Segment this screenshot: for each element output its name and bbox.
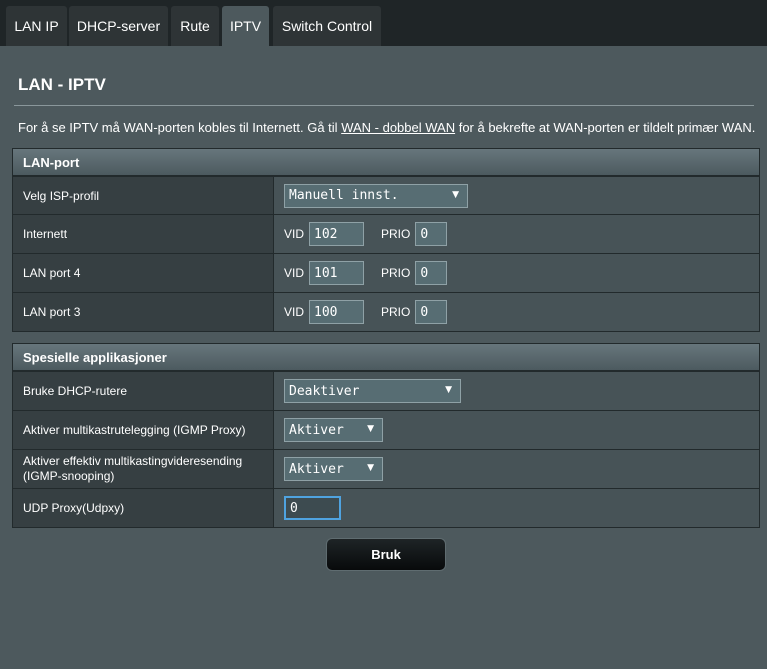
igmp-snooping-label: Aktiver effektiv multikastingvideresendi… bbox=[13, 450, 274, 488]
title-divider bbox=[14, 105, 754, 106]
vid-label: VID bbox=[284, 227, 305, 241]
dropdown-arrow-icon: ▼ bbox=[452, 189, 459, 200]
igmp-snooping-select[interactable]: Aktiver ▼ bbox=[284, 457, 383, 481]
udpxy-label: UDP Proxy(Udpxy) bbox=[13, 489, 274, 527]
vid-label: VID bbox=[284, 266, 305, 280]
lan-port-4-vid-input[interactable]: 101 bbox=[309, 261, 365, 285]
vid-label: VID bbox=[284, 305, 305, 319]
dropdown-arrow-icon: ▼ bbox=[367, 463, 374, 473]
igmp-snooping-value: Aktiver bbox=[289, 461, 344, 477]
udpxy-input[interactable]: 0 bbox=[284, 496, 341, 520]
dhcp-router-value: Deaktiver bbox=[289, 383, 360, 399]
special-apps-header: Spesielle applikasjoner bbox=[13, 344, 759, 371]
isp-profile-label: Velg ISP-profil bbox=[13, 177, 274, 214]
tab-iptv[interactable]: IPTV bbox=[222, 6, 269, 46]
isp-profile-row: Velg ISP-profil Manuell innst. ▼ bbox=[13, 176, 759, 214]
tab-switch-control[interactable]: Switch Control bbox=[273, 6, 381, 46]
dhcp-router-select[interactable]: Deaktiver ▼ bbox=[284, 379, 461, 403]
igmp-proxy-label: Aktiver multikastrutelegging (IGMP Proxy… bbox=[13, 411, 274, 449]
tab-label: LAN IP bbox=[14, 18, 59, 34]
lan-port-4-prio-input[interactable]: 0 bbox=[415, 261, 448, 285]
tab-label: IPTV bbox=[229, 18, 262, 34]
lan-port-header: LAN-port bbox=[13, 149, 759, 176]
igmp-proxy-value: Aktiver bbox=[289, 422, 344, 438]
igmp-proxy-row: Aktiver multikastrutelegging (IGMP Proxy… bbox=[13, 410, 759, 449]
internet-label: Internett bbox=[13, 215, 274, 253]
page-description: For å se IPTV må WAN-porten kobles til I… bbox=[18, 120, 763, 135]
tab-label: Switch Control bbox=[281, 18, 373, 34]
lan-port-3-prio-input[interactable]: 0 bbox=[415, 300, 448, 324]
wan-dual-wan-link[interactable]: WAN - dobbel WAN bbox=[341, 120, 455, 135]
internet-prio-input[interactable]: 0 bbox=[415, 222, 448, 246]
prio-label: PRIO bbox=[381, 305, 411, 319]
tab-label: Rute bbox=[180, 18, 210, 34]
udpxy-row: UDP Proxy(Udpxy) 0 bbox=[13, 488, 759, 527]
lan-port-4-label: LAN port 4 bbox=[13, 254, 274, 292]
tab-bar: LAN IP DHCP-server Rute IPTV Switch Cont… bbox=[0, 0, 767, 46]
dropdown-arrow-icon: ▼ bbox=[367, 424, 374, 434]
igmp-snooping-row: Aktiver effektiv multikastingvideresendi… bbox=[13, 449, 759, 488]
tab-rute[interactable]: Rute bbox=[171, 6, 219, 46]
lan-port-3-label: LAN port 3 bbox=[13, 293, 274, 331]
igmp-proxy-select[interactable]: Aktiver ▼ bbox=[284, 418, 383, 442]
lan-port-3-row: LAN port 3 VID 100 PRIO 0 bbox=[13, 292, 759, 331]
prio-label: PRIO bbox=[381, 227, 411, 241]
lan-port-4-row: LAN port 4 VID 101 PRIO 0 bbox=[13, 253, 759, 292]
tab-label: DHCP-server bbox=[76, 18, 161, 34]
prio-label: PRIO bbox=[381, 266, 411, 280]
isp-profile-select[interactable]: Manuell innst. ▼ bbox=[284, 183, 468, 208]
lan-port-3-vid-input[interactable]: 100 bbox=[309, 300, 365, 324]
dhcp-router-row: Bruke DHCP-rutere Deaktiver ▼ bbox=[13, 371, 759, 410]
dropdown-arrow-icon: ▼ bbox=[445, 385, 452, 395]
dhcp-router-label: Bruke DHCP-rutere bbox=[13, 372, 274, 410]
desc-text: For å se IPTV må WAN-porten kobles til I… bbox=[18, 120, 342, 135]
internet-vid-input[interactable]: 102 bbox=[309, 222, 365, 246]
apply-button[interactable]: Bruk bbox=[326, 538, 446, 571]
tab-dhcp-server[interactable]: DHCP-server bbox=[69, 6, 168, 46]
isp-profile-value: Manuell innst. bbox=[289, 188, 399, 203]
lan-port-table: LAN-port Velg ISP-profil Manuell innst. … bbox=[12, 148, 760, 332]
tab-lan-ip[interactable]: LAN IP bbox=[6, 6, 67, 46]
desc-text: for å bekrefte at WAN-porten er tildelt … bbox=[455, 120, 756, 135]
main-panel: LAN - IPTV For å se IPTV må WAN-porten k… bbox=[0, 46, 767, 669]
internet-row: Internett VID 102 PRIO 0 bbox=[13, 214, 759, 253]
special-apps-table: Spesielle applikasjoner Bruke DHCP-ruter… bbox=[12, 343, 760, 528]
page-title: LAN - IPTV bbox=[18, 75, 106, 94]
